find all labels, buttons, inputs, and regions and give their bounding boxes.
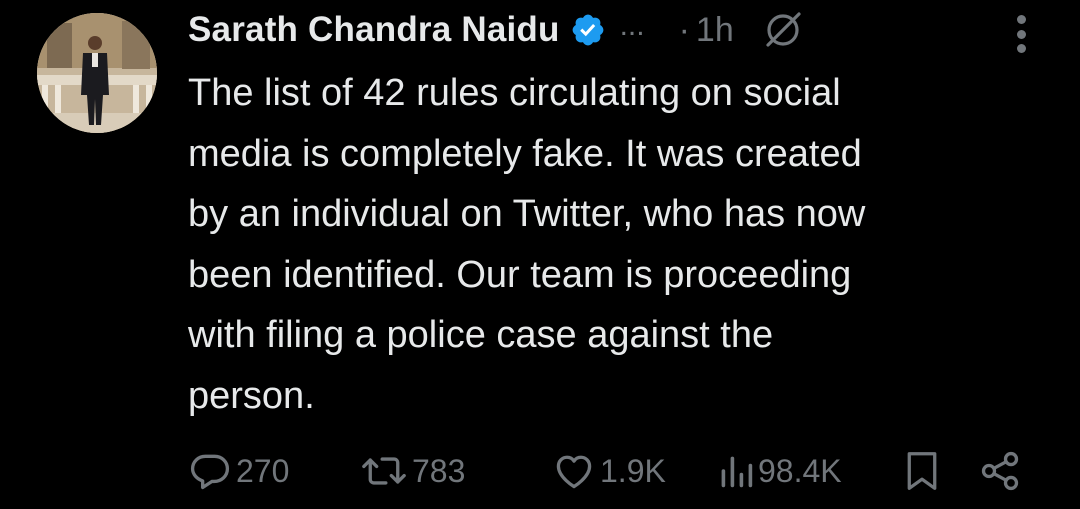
- verified-badge-icon: [570, 12, 606, 48]
- views-count: 98.4K: [758, 452, 842, 489]
- author-handle[interactable]: ...: [620, 9, 645, 43]
- tweet[interactable]: Sarath Chandra Naidu ... · 1h The list o…: [0, 0, 1080, 509]
- tweet-header: Sarath Chandra Naidu ... · 1h: [188, 4, 804, 56]
- bookmark-button[interactable]: [902, 445, 942, 497]
- heart-icon: [552, 449, 596, 493]
- bookmark-icon: [902, 449, 942, 493]
- repost-count: 783: [412, 452, 466, 489]
- share-icon: [978, 449, 1022, 493]
- grok-icon[interactable]: [762, 9, 804, 51]
- share-button[interactable]: [978, 445, 1022, 497]
- avatar-image: [37, 13, 157, 133]
- action-bar: 270 783 1.9K 98.4K: [188, 445, 1038, 497]
- repost-button[interactable]: 783: [360, 445, 465, 497]
- time-separator: ·: [678, 10, 690, 49]
- tweet-text: The list of 42 rules circulating on soci…: [188, 72, 866, 417]
- like-count: 1.9K: [600, 452, 666, 489]
- reply-icon: [188, 449, 232, 493]
- reply-button[interactable]: 270: [188, 445, 289, 497]
- avatar[interactable]: [37, 13, 157, 133]
- more-vertical-icon[interactable]: [1008, 12, 1034, 56]
- reply-count: 270: [236, 452, 290, 489]
- like-button[interactable]: 1.9K: [552, 445, 666, 497]
- views-button[interactable]: 98.4K: [718, 445, 842, 497]
- repost-icon: [360, 449, 408, 493]
- author-name[interactable]: Sarath Chandra Naidu: [188, 10, 560, 50]
- views-bar-chart-icon: [718, 449, 754, 493]
- timestamp[interactable]: 1h: [696, 11, 734, 50]
